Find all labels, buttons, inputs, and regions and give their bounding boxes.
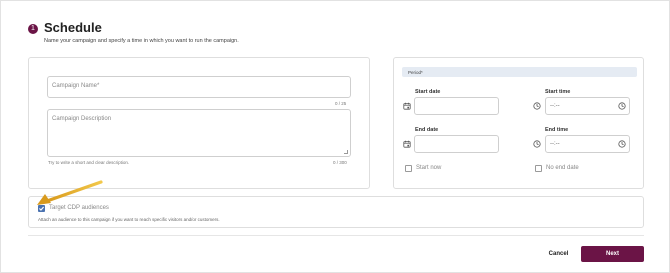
campaign-description-placeholder: Campaign Description: [52, 116, 112, 122]
audience-hint: Attach an audience to this campaign if y…: [38, 217, 220, 222]
start-time-label: Start time: [545, 89, 571, 95]
campaign-description-hint: Try to write a short and clear descripti…: [48, 160, 130, 165]
step-badge: 1: [28, 24, 38, 34]
period-card: Period* Start date Start time --:-- End …: [393, 57, 644, 189]
campaign-name-counter: 0 / 25: [335, 101, 347, 106]
period-header: Period*: [402, 67, 637, 77]
calendar-icon[interactable]: [403, 140, 411, 148]
resize-grip-icon[interactable]: [344, 150, 348, 154]
end-date-label: End date: [415, 127, 439, 133]
cancel-button[interactable]: Cancel: [541, 248, 576, 260]
end-time-value: --:--: [550, 141, 560, 147]
page-subtitle: Name your campaign and specify a time in…: [44, 38, 239, 44]
campaign-description-counter: 0 / 300: [333, 160, 347, 165]
start-now-label: Start now: [416, 165, 442, 171]
no-end-date-checkbox[interactable]: [535, 165, 542, 172]
page-title: Schedule: [44, 20, 102, 35]
start-date-input[interactable]: [414, 97, 499, 115]
start-time-value: --:--: [550, 103, 560, 109]
arrow-pointer-icon: [37, 180, 103, 205]
campaign-name-placeholder: Campaign Name*: [52, 83, 100, 89]
clock-icon: [533, 140, 541, 148]
clock-icon[interactable]: [618, 102, 626, 110]
start-date-label: Start date: [415, 89, 441, 95]
end-date-input[interactable]: [414, 135, 499, 153]
wizard-frame: 1 Schedule Name your campaign and specif…: [0, 0, 670, 273]
campaign-details-card: Campaign Name* 0 / 25 Campaign Descripti…: [28, 57, 370, 189]
start-now-checkbox[interactable]: [405, 165, 412, 172]
no-end-date-label: No end date: [546, 165, 579, 171]
footer-divider: [28, 235, 644, 236]
clock-icon[interactable]: [618, 140, 626, 148]
campaign-description-textarea[interactable]: Campaign Description: [47, 109, 351, 157]
next-button[interactable]: Next: [581, 246, 644, 262]
calendar-icon[interactable]: [403, 102, 411, 110]
audience-card: Target CDP audiences Attach an audience …: [28, 196, 644, 228]
end-time-label: End time: [545, 127, 569, 133]
campaign-name-input[interactable]: Campaign Name*: [47, 76, 351, 98]
clock-icon: [533, 102, 541, 110]
